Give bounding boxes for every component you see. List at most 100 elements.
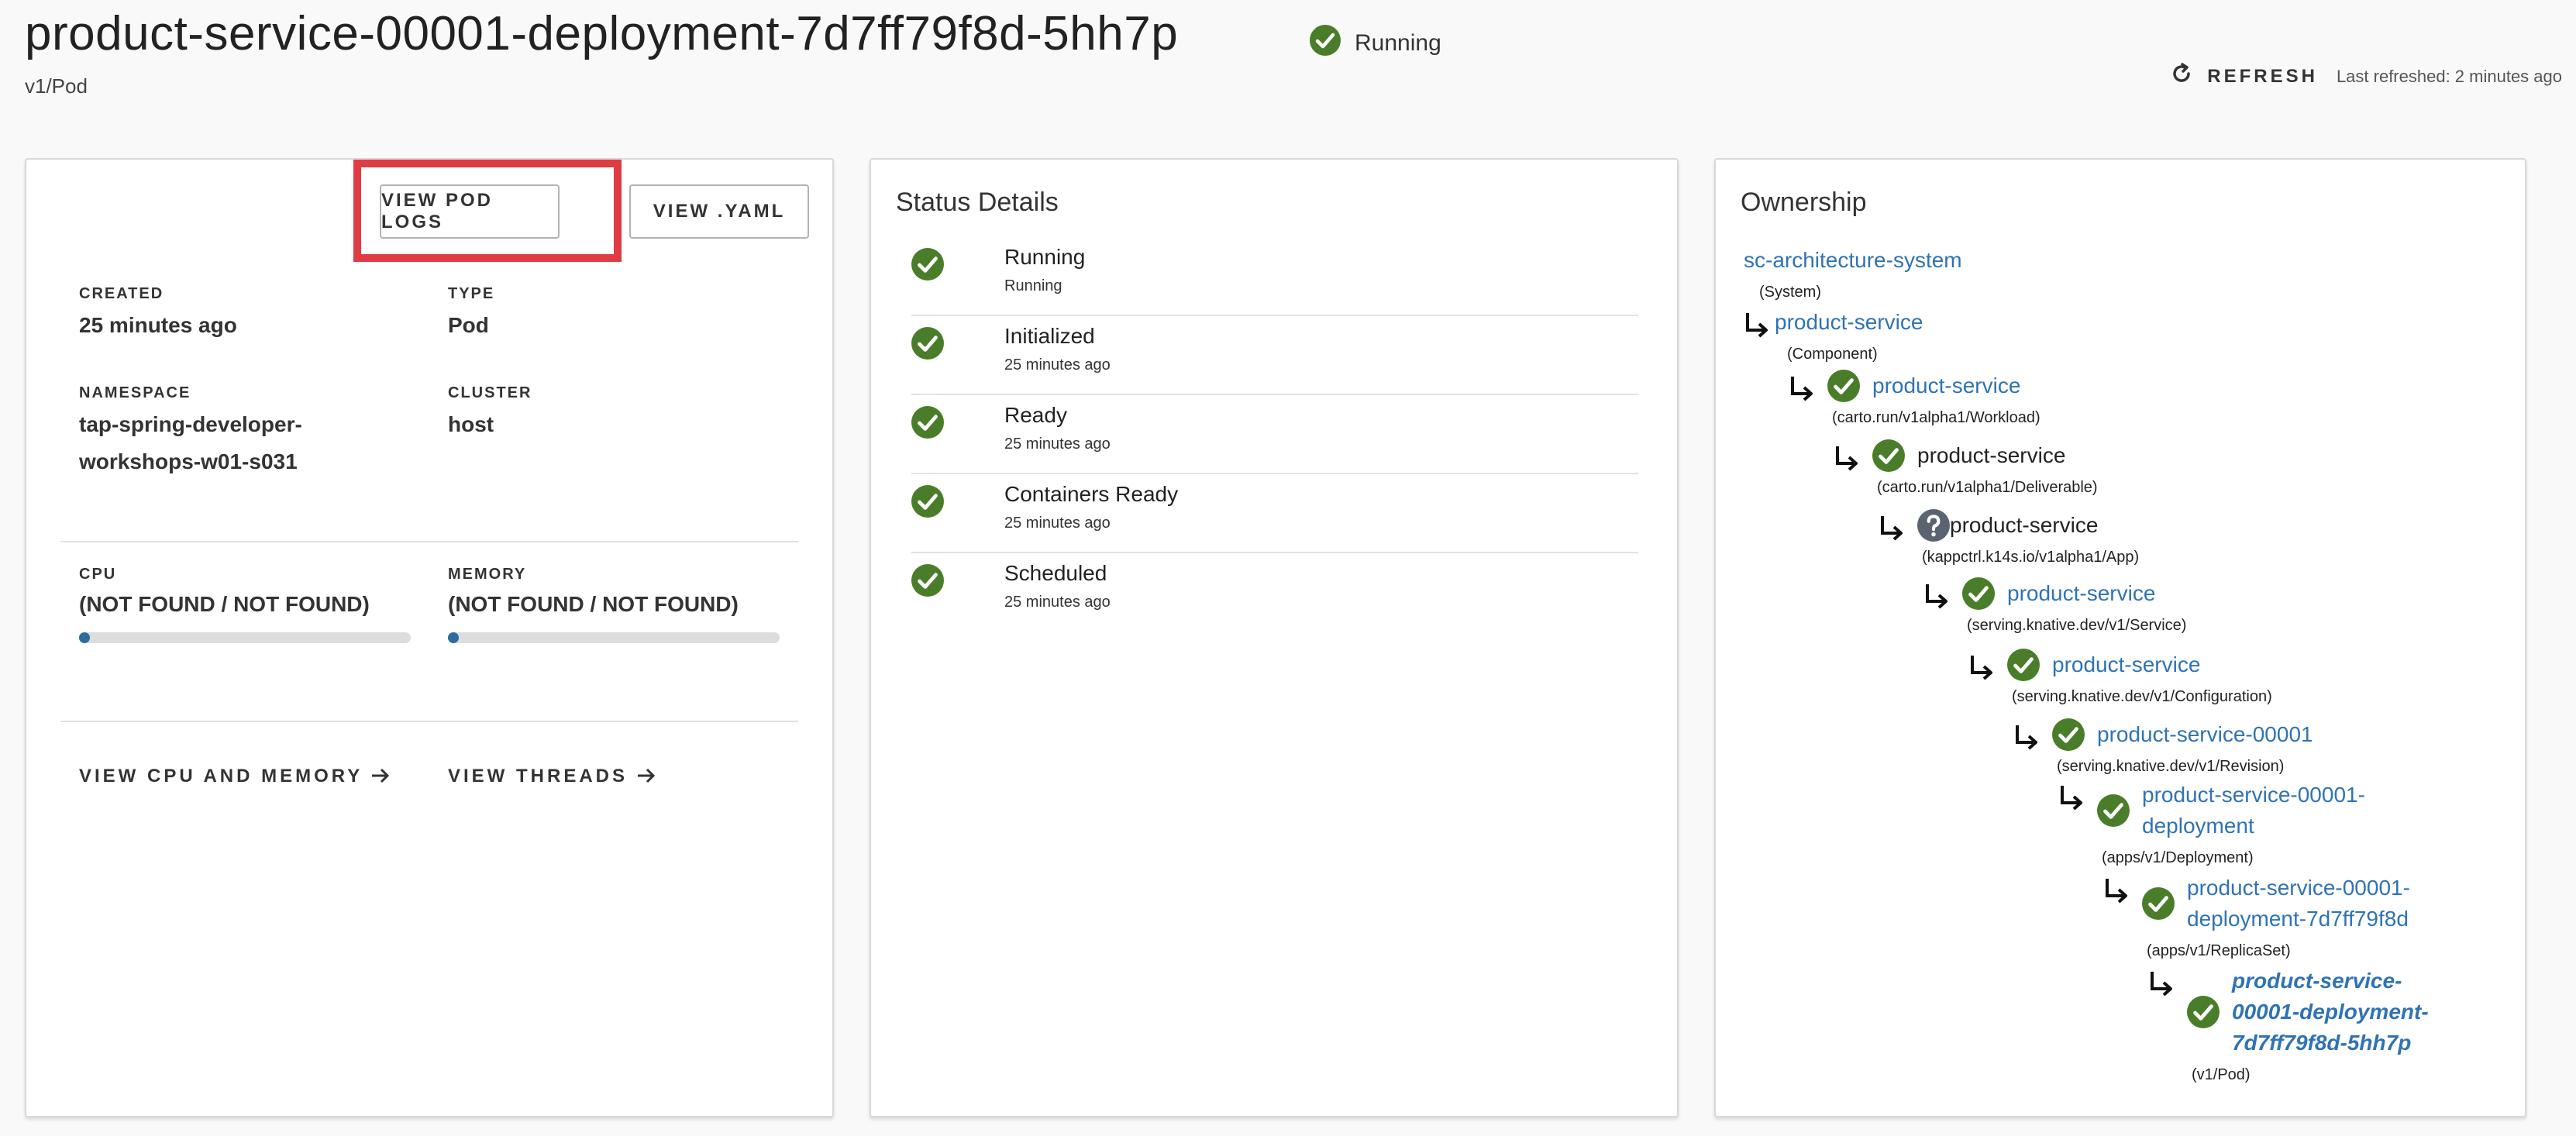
view-threads-label: VIEW THREADS: [448, 766, 629, 787]
ownership-node-name-line: product-service: [1950, 513, 2099, 537]
ownership-node-name-line: sc-architecture-system: [1744, 248, 1962, 272]
condition-row: Containers Ready 25 minutes ago: [911, 477, 1638, 555]
ownership-node-name: product-service: [1950, 510, 2098, 541]
ownership-node-name[interactable]: product-service: [1775, 307, 1923, 338]
ownership-node-name[interactable]: product-service: [2052, 649, 2200, 680]
check-circle-icon: [911, 406, 944, 442]
check-circle-icon: [1962, 577, 1995, 614]
cpu-usage-fill: [79, 632, 90, 643]
child-arrow-icon: [2058, 783, 2085, 818]
ownership-node-name[interactable]: product-service-00001-deployment-7d7ff79…: [2187, 873, 2410, 935]
child-arrow-icon: [1834, 443, 1860, 478]
cpu-usage-bar: [79, 632, 411, 643]
ownership-node-name[interactable]: product-service-00001: [2097, 719, 2313, 750]
view-threads-link[interactable]: VIEW THREADS: [448, 766, 656, 787]
check-circle-icon: [1827, 370, 1860, 406]
ownership-node-kind: (serving.knative.dev/v1/Revision): [2057, 758, 2285, 775]
ownership-node-kind: (v1/Pod): [2192, 1066, 2251, 1083]
memory-label: MEMORY: [448, 566, 527, 583]
arrow-right-icon: [370, 766, 391, 787]
ownership-node-kind: (apps/v1/Deployment): [2102, 849, 2254, 866]
child-arrow-icon: [1923, 581, 1950, 616]
cluster-value: host: [448, 412, 494, 436]
question-circle-icon: [1917, 509, 1950, 546]
cluster-label: CLUSTER: [448, 384, 532, 401]
check-circle-icon: [2052, 718, 2085, 755]
child-arrow-icon: [1789, 374, 1815, 408]
child-arrow-icon: [1879, 513, 1905, 548]
view-cpu-memory-link[interactable]: VIEW CPU AND MEMORY: [79, 766, 391, 787]
ownership-node-name-line: 7d7ff79f8d-5hh7p: [2232, 1031, 2412, 1055]
divider: [60, 541, 798, 542]
ownership-node-name[interactable]: product-service: [1872, 370, 2020, 401]
ownership-node-name-line: deployment: [2142, 814, 2254, 838]
ownership-node-name-line: product-service-: [2232, 969, 2402, 993]
ownership-node-kind: (apps/v1/ReplicaSet): [2147, 942, 2291, 959]
condition-time: 25 minutes ago: [1004, 515, 1111, 532]
condition-row: Scheduled 25 minutes ago: [911, 556, 1638, 634]
memory-value: (NOT FOUND / NOT FOUND): [448, 592, 739, 616]
namespace-label: NAMESPACE: [79, 384, 191, 401]
condition-time: Running: [1004, 277, 1062, 294]
condition-name: Running: [1004, 245, 1086, 269]
refresh-button[interactable]: REFRESH: [2170, 62, 2318, 91]
check-circle-icon: [911, 327, 944, 363]
condition-time: 25 minutes ago: [1004, 435, 1111, 453]
ownership-node-kind: (serving.knative.dev/v1/Service): [1967, 617, 2187, 634]
pod-status: Running: [1310, 25, 1441, 62]
condition-time: 25 minutes ago: [1004, 594, 1111, 611]
last-refreshed: Last refreshed: 2 minutes ago: [2336, 66, 2562, 86]
ownership-node-name[interactable]: sc-architecture-system: [1744, 245, 1962, 276]
child-arrow-icon: [2103, 876, 2130, 911]
ownership-node-name[interactable]: product-service- 00001-deployment- 7d7ff79…: [2232, 966, 2429, 1059]
namespace-value-line1: tap-spring-developer-: [79, 412, 302, 436]
view-pod-logs-button[interactable]: VIEW POD LOGS: [380, 184, 560, 239]
condition-name: Scheduled: [1004, 561, 1107, 585]
type-value: Pod: [448, 313, 489, 337]
created-label: CREATED: [79, 285, 164, 302]
ownership-node-name: product-service: [1917, 440, 2065, 471]
ownership-node-name-line: 00001-deployment-: [2232, 1000, 2429, 1024]
ownership-node-name-line: product-service-00001-: [2142, 783, 2365, 807]
ownership-title: Ownership: [1741, 188, 1867, 217]
ownership-node-name-line: product-service: [2007, 581, 2156, 605]
ownership-node-name[interactable]: product-service: [2007, 578, 2155, 609]
ownership-node-name-line: product-service-00001: [2097, 722, 2313, 746]
ownership-node-name-line: product-service: [1917, 443, 2066, 467]
namespace-value-line2: workshops-w01-s031: [79, 449, 298, 473]
namespace-value: tap-spring-developer- workshops-w01-s031: [79, 406, 302, 480]
divider: [911, 315, 1638, 316]
overview-card: VIEW POD LOGS VIEW .YAML CREATED 25 minu…: [25, 158, 834, 1117]
child-arrow-icon: [1968, 652, 1995, 687]
divider: [911, 552, 1638, 553]
memory-usage-fill: [448, 632, 459, 643]
check-circle-icon: [1872, 439, 1905, 476]
check-circle-icon: [911, 485, 944, 522]
ownership-node-kind: (Component): [1787, 346, 1878, 363]
condition-row: Initialized 25 minutes ago: [911, 319, 1638, 397]
status-details-title: Status Details: [896, 188, 1059, 217]
check-circle-icon: [1310, 25, 1341, 62]
ownership-card: Ownership sc-architecture-system (System)…: [1714, 158, 2526, 1117]
resource-kind: v1/Pod: [25, 74, 88, 98]
divider: [911, 473, 1638, 474]
ownership-node-name[interactable]: product-service-00001- deployment: [2142, 780, 2365, 842]
refresh-icon: [2170, 62, 2193, 91]
check-circle-icon: [2097, 794, 2130, 831]
cpu-value: (NOT FOUND / NOT FOUND): [79, 592, 370, 616]
ownership-node-name-line: product-service: [1775, 310, 1923, 334]
check-circle-icon: [2142, 887, 2175, 924]
check-circle-icon: [911, 248, 944, 284]
ownership-node-kind: (kappctrl.k14s.io/v1alpha1/App): [1922, 549, 2140, 566]
ownership-node-kind: (carto.run/v1alpha1/Workload): [1832, 409, 2040, 426]
ownership-node-name-line: product-service: [2052, 652, 2201, 676]
ownership-node-name-line: deployment-7d7ff79f8d: [2187, 907, 2409, 931]
condition-time: 25 minutes ago: [1004, 356, 1111, 374]
status-details-card: Status Details Running Running Initializ…: [870, 158, 1679, 1117]
view-yaml-button[interactable]: VIEW .YAML: [629, 184, 809, 239]
condition-row: Running Running: [911, 240, 1638, 318]
ownership-node-kind: (carto.run/v1alpha1/Deliverable): [1877, 479, 2098, 496]
child-arrow-icon: [2013, 722, 2040, 757]
divider: [60, 721, 798, 722]
condition-name: Ready: [1004, 403, 1067, 427]
